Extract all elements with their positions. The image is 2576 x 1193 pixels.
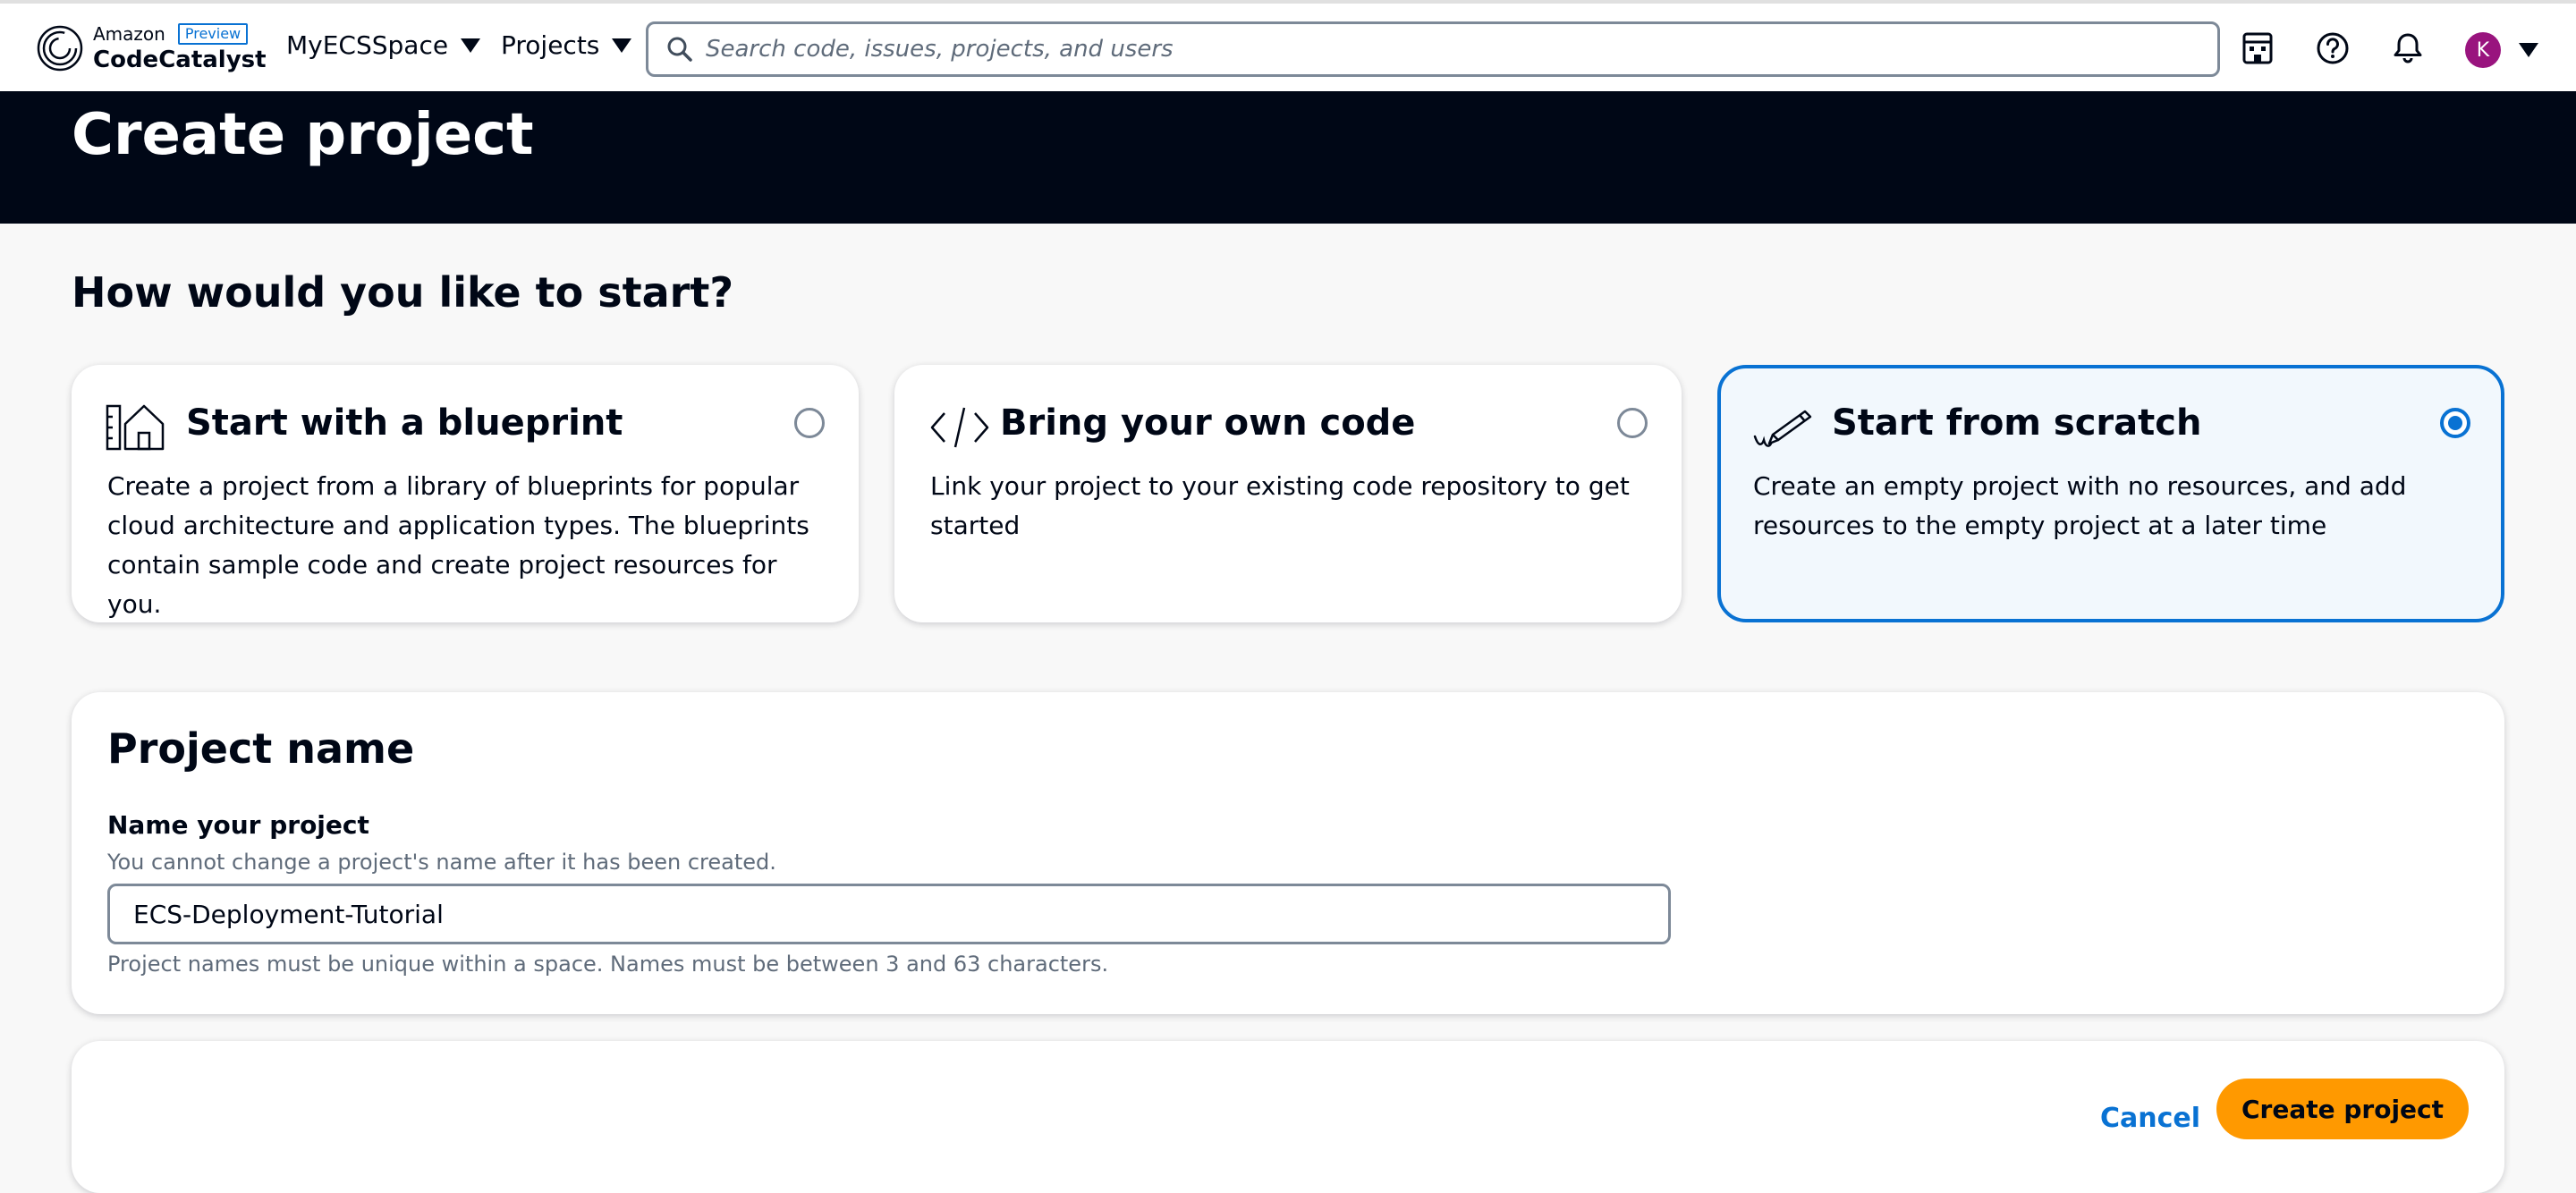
projects-dropdown[interactable]: Projects bbox=[501, 30, 632, 60]
caret-down-icon bbox=[612, 38, 632, 53]
option-title: Start from scratch bbox=[1832, 402, 2202, 444]
project-name-constraint: Project names must be unique within a sp… bbox=[107, 952, 1109, 977]
panel-title: Project name bbox=[107, 724, 415, 773]
search-icon bbox=[667, 37, 692, 62]
projects-dropdown-label: Projects bbox=[501, 30, 600, 60]
help-icon[interactable] bbox=[2315, 30, 2351, 66]
top-navigation: Amazon Preview CodeCatalyst MyECSSpace P… bbox=[0, 0, 2576, 91]
preview-badge: Preview bbox=[177, 23, 249, 45]
option-card-own-code[interactable]: Bring your own code Link your project to… bbox=[894, 365, 1682, 622]
bell-icon[interactable] bbox=[2390, 30, 2426, 66]
codecatalyst-logo[interactable]: Amazon Preview CodeCatalyst bbox=[36, 23, 267, 73]
option-description: Create an empty project with no resource… bbox=[1753, 471, 2407, 540]
logo-amazon-text: Amazon bbox=[93, 23, 165, 45]
cancel-button[interactable]: Cancel bbox=[2082, 1089, 2218, 1146]
project-name-hint: You cannot change a project's name after… bbox=[107, 850, 776, 875]
account-caret-down-icon[interactable] bbox=[2519, 43, 2538, 57]
form-actions: Cancel Create project bbox=[72, 1041, 2504, 1193]
option-description: Create a project from a library of bluep… bbox=[107, 471, 809, 619]
project-name-input[interactable] bbox=[107, 884, 1671, 944]
blueprint-icon bbox=[106, 404, 165, 451]
option-radio-scratch[interactable] bbox=[2440, 408, 2470, 438]
pen-icon bbox=[1753, 410, 1812, 447]
user-avatar[interactable]: K bbox=[2465, 32, 2501, 68]
start-heading: How would you like to start? bbox=[72, 268, 733, 317]
option-radio-own-code[interactable] bbox=[1617, 408, 1648, 438]
caret-down-icon bbox=[461, 38, 481, 53]
codecatalyst-logo-icon bbox=[37, 25, 83, 72]
option-title: Start with a blueprint bbox=[186, 402, 623, 444]
create-project-button[interactable]: Create project bbox=[2216, 1079, 2469, 1139]
search-input[interactable] bbox=[706, 36, 2182, 63]
space-dropdown[interactable]: MyECSSpace bbox=[286, 30, 481, 60]
page-title: Create project bbox=[72, 102, 534, 168]
building-icon[interactable] bbox=[2240, 30, 2275, 66]
logo-product-name: CodeCatalyst bbox=[93, 47, 267, 73]
project-name-panel: Project name Name your project You canno… bbox=[72, 692, 2504, 1014]
code-icon bbox=[930, 407, 989, 448]
page-header: Create project bbox=[0, 91, 2576, 224]
search-box[interactable] bbox=[646, 21, 2220, 77]
space-dropdown-label: MyECSSpace bbox=[286, 30, 449, 60]
option-radio-blueprint[interactable] bbox=[794, 408, 825, 438]
option-title: Bring your own code bbox=[1000, 402, 1416, 444]
option-card-blueprint[interactable]: Start with a blueprint Create a project … bbox=[72, 365, 859, 622]
project-name-label: Name your project bbox=[107, 810, 369, 840]
option-card-scratch[interactable]: Start from scratch Create an empty proje… bbox=[1717, 365, 2504, 622]
option-description: Link your project to your existing code … bbox=[930, 471, 1630, 540]
